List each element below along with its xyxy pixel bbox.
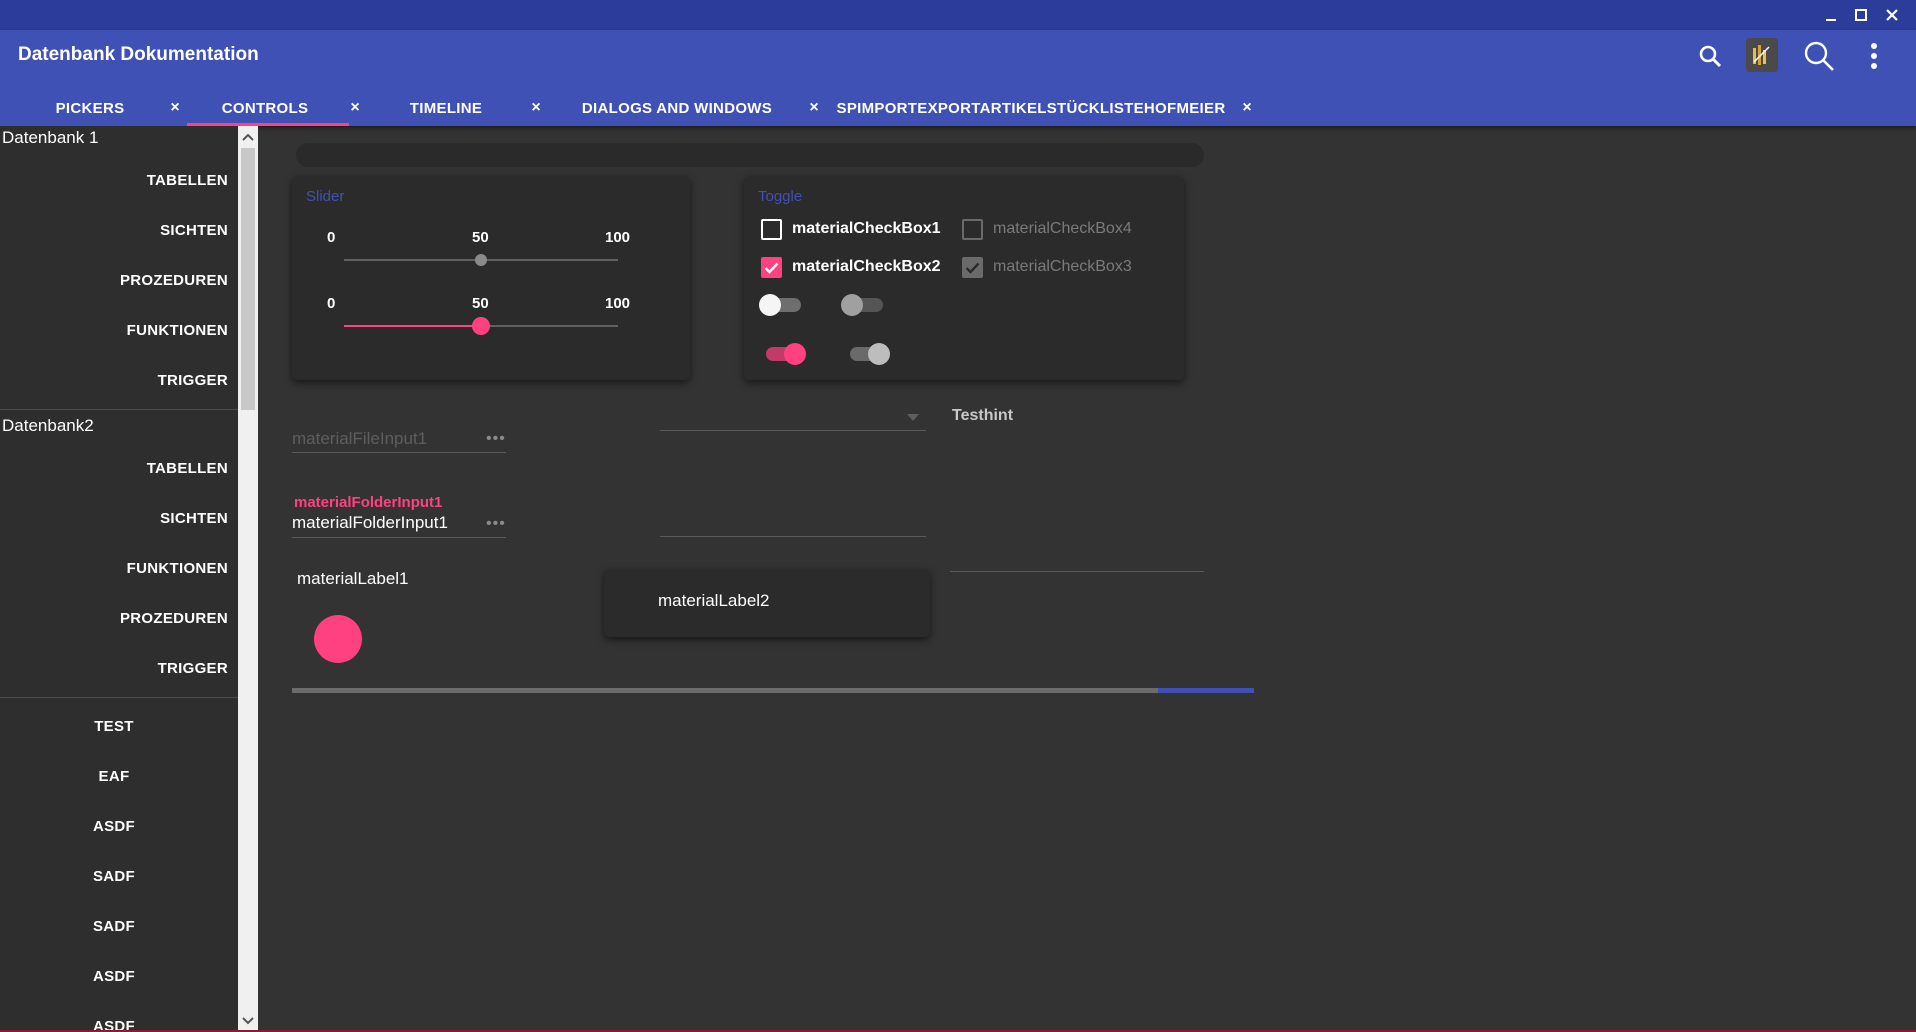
- search-icon[interactable]: [1696, 42, 1724, 70]
- sidebar-db2-title: Datenbank2: [2, 416, 94, 435]
- top-placeholder-bar: [296, 143, 1204, 167]
- switch-3-knob: [784, 343, 806, 365]
- sidebar-item-test[interactable]: TEST: [0, 704, 228, 748]
- slider-card: Slider 0 50 100 0 50 100: [292, 176, 690, 380]
- file-input-underline: [292, 452, 506, 453]
- slider2-mid-label: 50: [472, 295, 489, 312]
- checkbox-1[interactable]: [761, 219, 782, 240]
- scrollbar-thumb[interactable]: [241, 148, 255, 410]
- sidebar-item-sadf[interactable]: SADF: [0, 904, 228, 948]
- check-icon: [764, 262, 779, 274]
- slider1-thumb[interactable]: [475, 254, 487, 266]
- slider1-min-label: 0: [327, 229, 336, 246]
- tab-bar: PICKERS × CONTROLS × TIMELINE × DIALOGS …: [0, 90, 1916, 126]
- tab-dialogs-close-icon[interactable]: ×: [803, 90, 825, 126]
- sidebar: Datenbank 1 TABELLEN SICHTEN PROZEDUREN …: [0, 126, 238, 1032]
- checkbox-1-label: materialCheckBox1: [792, 220, 941, 237]
- maximize-icon[interactable]: [1848, 3, 1874, 27]
- switch-4-knob: [868, 343, 890, 365]
- sidebar-db2-prozeduren[interactable]: PROZEDUREN: [8, 596, 228, 640]
- sidebar-db1-sichten[interactable]: SICHTEN: [8, 208, 228, 252]
- hint-label: Testhint: [952, 407, 1014, 424]
- more-vert-icon[interactable]: [1862, 40, 1886, 72]
- dropdown-arrow-icon[interactable]: [904, 410, 922, 426]
- checkbox-2-label: materialCheckBox2: [792, 258, 941, 275]
- close-icon[interactable]: [1879, 3, 1905, 27]
- tab-controls-close-icon[interactable]: ×: [344, 90, 366, 126]
- folder-input[interactable]: materialFolderInput1: [292, 513, 448, 533]
- combo-underline: [660, 430, 926, 431]
- tab-pickers[interactable]: PICKERS: [42, 90, 138, 126]
- switch-4[interactable]: [850, 343, 890, 365]
- floating-action-button[interactable]: [314, 615, 362, 663]
- sidebar-db1-tabellen[interactable]: TABELLEN: [8, 158, 228, 202]
- switch-3[interactable]: [766, 343, 806, 365]
- sidebar-item-sadf[interactable]: SADF: [0, 854, 228, 898]
- progress-bar-remaining: [1157, 688, 1254, 693]
- check-icon: [965, 262, 980, 274]
- app-title: Datenbank Dokumentation: [18, 44, 259, 65]
- slider-card-title: Slider: [306, 188, 345, 205]
- slider2-max-label: 100: [605, 295, 631, 312]
- slider1-max-label: 100: [605, 229, 631, 246]
- progress-bar: [292, 688, 1254, 693]
- sidebar-db2-sichten[interactable]: SICHTEN: [8, 496, 228, 540]
- slider2-min-label: 0: [327, 295, 336, 312]
- switch-1-knob: [759, 294, 781, 316]
- window-title-strip: [0, 0, 1916, 30]
- tab-spimportexport-close-icon[interactable]: ×: [1236, 90, 1258, 126]
- material-label-2-card: materialLabel2: [604, 569, 930, 637]
- toggle-card: Toggle materialCheckBox1 materialCheckBo…: [744, 176, 1184, 380]
- minimize-icon[interactable]: [1818, 3, 1844, 27]
- material-label-1: materialLabel1: [297, 569, 409, 588]
- sidebar-db2-tabellen[interactable]: TABELLEN: [8, 446, 228, 490]
- sidebar-item-asdf[interactable]: ASDF: [0, 954, 228, 998]
- scroll-down-icon[interactable]: [238, 1012, 258, 1030]
- tab-dialogs-and-windows[interactable]: DIALOGS AND WINDOWS: [570, 90, 784, 126]
- sidebar-scrollbar[interactable]: [238, 126, 258, 1032]
- sidebar-item-asdf[interactable]: ASDF: [0, 1004, 228, 1032]
- switch-2-knob: [841, 294, 863, 316]
- sidebar-db2-funktionen[interactable]: FUNKTIONEN: [8, 546, 228, 590]
- sidebar-db1-title: Datenbank 1: [2, 128, 99, 147]
- slider2-fill: [344, 325, 481, 327]
- checkbox-3-label: materialCheckBox3: [993, 258, 1132, 275]
- sidebar-divider: [0, 697, 238, 698]
- tab-pickers-close-icon[interactable]: ×: [164, 90, 186, 126]
- toggle-card-title: Toggle: [758, 188, 803, 205]
- sidebar-divider: [0, 409, 238, 410]
- tab-controls[interactable]: CONTROLS: [208, 90, 322, 126]
- tab-spimportexport[interactable]: SPIMPORTEXPORTARTIKELSTÜCKLISTEHOFMEIER: [828, 90, 1234, 126]
- material-label-2: materialLabel2: [658, 591, 770, 610]
- text-field-underline: [950, 571, 1204, 572]
- sidebar-db1-trigger[interactable]: TRIGGER: [8, 358, 228, 402]
- folder-input-floating-label: materialFolderInput1: [294, 494, 443, 511]
- checkbox-4[interactable]: [962, 219, 983, 240]
- app-logo-icon[interactable]: [1746, 38, 1778, 72]
- progress-bar-fill: [292, 688, 1158, 693]
- combo2-underline: [660, 536, 926, 537]
- search-large-icon[interactable]: [1800, 37, 1838, 75]
- switch-1[interactable]: [759, 294, 801, 316]
- checkbox-3[interactable]: [962, 257, 983, 278]
- scroll-up-icon[interactable]: [238, 128, 258, 146]
- sidebar-db1-funktionen[interactable]: FUNKTIONEN: [8, 308, 228, 352]
- file-input[interactable]: materialFileInput1: [292, 429, 427, 449]
- sidebar-db1-prozeduren[interactable]: PROZEDUREN: [8, 258, 228, 302]
- app-bar: Datenbank Dokumentation PICKERS × CONTRO…: [0, 30, 1916, 126]
- folder-input-browse-icon[interactable]: •••: [486, 515, 506, 533]
- tab-timeline[interactable]: TIMELINE: [398, 90, 494, 126]
- checkbox-2[interactable]: [761, 257, 782, 278]
- slider2-thumb[interactable]: [472, 317, 490, 335]
- tab-timeline-close-icon[interactable]: ×: [525, 90, 547, 126]
- sidebar-item-eaf[interactable]: EAF: [0, 754, 228, 798]
- switch-2[interactable]: [841, 294, 883, 316]
- sidebar-item-asdf[interactable]: ASDF: [0, 804, 228, 848]
- slider1-mid-label: 50: [472, 229, 489, 246]
- app-window: Datenbank Dokumentation PICKERS × CONTRO…: [0, 0, 1916, 1032]
- folder-input-underline: [292, 537, 506, 538]
- checkbox-4-label: materialCheckBox4: [993, 220, 1132, 237]
- file-input-browse-icon[interactable]: •••: [486, 430, 506, 448]
- sidebar-db2-trigger[interactable]: TRIGGER: [8, 646, 228, 690]
